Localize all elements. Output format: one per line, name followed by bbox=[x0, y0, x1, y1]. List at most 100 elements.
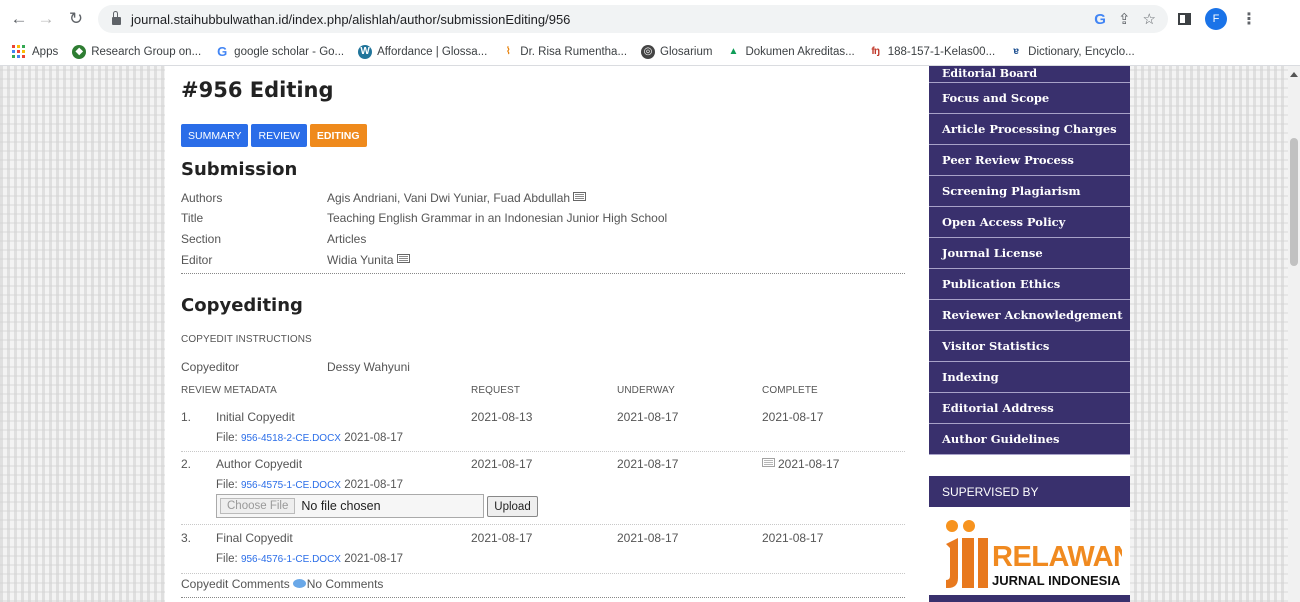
sidebar-item-author-guidelines[interactable]: Author Guidelines bbox=[929, 424, 1130, 455]
sidebar-item-peer-review[interactable]: Peer Review Process bbox=[929, 145, 1130, 176]
file-link[interactable]: 956-4518-2-CE.DOCX bbox=[241, 433, 341, 444]
tab-summary[interactable]: SUMMARY bbox=[181, 124, 249, 147]
email-icon[interactable] bbox=[573, 192, 587, 201]
file-date: 2021-08-17 bbox=[344, 553, 404, 565]
sidebar-item-open-access[interactable]: Open Access Policy bbox=[929, 207, 1130, 238]
url-text[interactable]: journal.staihubbulwathan.id/index.php/al… bbox=[131, 12, 570, 27]
bookmark-label: Dokumen Akreditas... bbox=[745, 45, 855, 58]
lock-icon[interactable] bbox=[112, 11, 121, 25]
bookmark-label: Apps bbox=[32, 45, 59, 58]
forward-arrow-icon[interactable]: → bbox=[34, 7, 58, 31]
site-icon: ⌇ bbox=[505, 46, 511, 57]
relawan-jurnal-logo[interactable]: RELAWAN JURNAL INDONESIA bbox=[942, 518, 1134, 590]
upload-button[interactable]: Upload bbox=[487, 496, 538, 517]
address-bar[interactable]: journal.staihubbulwathan.id/index.php/al… bbox=[98, 5, 1168, 33]
row-separator bbox=[181, 524, 905, 525]
logo-sub-text: JURNAL INDONESIA bbox=[992, 573, 1121, 588]
editor-label: Editor bbox=[181, 253, 213, 267]
tab-editing[interactable]: EDITING bbox=[309, 124, 367, 147]
complete-date: 2021-08-17 bbox=[778, 457, 840, 471]
bookmark-kelas[interactable]: ʩ 188-157-1-Kelas00... bbox=[869, 45, 995, 59]
row-separator bbox=[181, 451, 905, 452]
researchgate-icon: ◆ bbox=[72, 44, 87, 59]
email-icon[interactable] bbox=[396, 254, 410, 263]
section-label: Section bbox=[181, 232, 222, 246]
sidebar-menu: Editorial Board Focus and Scope Article … bbox=[929, 66, 1130, 455]
copyediting-heading: Copyediting bbox=[181, 295, 303, 316]
authors-value: Agis Andriani, Vani Dwi Yuniar, Fuad Abd… bbox=[327, 191, 587, 205]
side-panel-icon[interactable] bbox=[1178, 13, 1191, 25]
supervised-by-header: SUPERVISED BY bbox=[929, 476, 1130, 507]
complete-date: 2021-08-17 bbox=[762, 531, 824, 545]
sidebar-item-focus-scope[interactable]: Focus and Scope bbox=[929, 83, 1130, 114]
comments-value[interactable]: No Comments bbox=[307, 577, 384, 591]
sidebar-item-ethics[interactable]: Publication Ethics bbox=[929, 269, 1130, 300]
bookmark-label: google scholar - Go... bbox=[234, 45, 345, 58]
file-link[interactable]: 956-4575-1-CE.DOCX bbox=[241, 480, 341, 491]
underway-date: 2021-08-17 bbox=[617, 457, 679, 471]
sidebar-item-indexing[interactable]: Indexing bbox=[929, 362, 1130, 393]
page-title: #956 Editing bbox=[181, 78, 334, 102]
logo-main-text: RELAWAN bbox=[992, 541, 1122, 573]
file-date: 2021-08-17 bbox=[344, 432, 404, 444]
section-value: Articles bbox=[327, 232, 367, 246]
comments-label: Copyedit Comments bbox=[181, 577, 290, 591]
copyeditor-label: Copyeditor bbox=[181, 360, 240, 374]
request-date: 2021-08-17 bbox=[471, 531, 533, 545]
wordpress-icon: W bbox=[358, 44, 373, 59]
complete-date: 2021-08-17 bbox=[762, 410, 824, 424]
bookmark-label: Glosarium bbox=[660, 45, 713, 58]
globe-icon: ◎ bbox=[641, 44, 656, 59]
sidebar-item-editorial-address[interactable]: Editorial Address bbox=[929, 393, 1130, 424]
choose-file-button[interactable]: Choose File bbox=[220, 498, 296, 514]
bookmark-label: Affordance | Glossa... bbox=[377, 45, 488, 58]
step-name: Author Copyedit bbox=[216, 457, 303, 471]
back-arrow-icon[interactable]: ← bbox=[7, 7, 31, 31]
bookmark-dictionary[interactable]: ɐ Dictionary, Encyclo... bbox=[1009, 45, 1135, 59]
column-request: REQUEST bbox=[471, 385, 521, 396]
bookmark-star-icon[interactable]: ☆ bbox=[1143, 10, 1156, 28]
copyedit-instructions-link[interactable]: COPYEDIT INSTRUCTIONS bbox=[181, 334, 312, 345]
bookmark-glosarium[interactable]: ◎ Glosarium bbox=[641, 44, 713, 59]
submission-tabs: SUMMARY REVIEW EDITING bbox=[181, 124, 367, 147]
menu-kebab-icon[interactable]: ⋮ bbox=[1241, 9, 1257, 29]
step-number: 3. bbox=[181, 531, 192, 545]
comment-bubble-icon[interactable] bbox=[292, 579, 306, 588]
google-drive-icon: ▲ bbox=[728, 46, 739, 57]
google-lens-icon[interactable]: G bbox=[1094, 11, 1106, 28]
column-underway: UNDERWAY bbox=[617, 385, 675, 396]
sidebar-item-apc[interactable]: Article Processing Charges bbox=[929, 114, 1130, 145]
profile-avatar[interactable]: F bbox=[1205, 8, 1227, 30]
share-icon[interactable]: ⇪ bbox=[1118, 10, 1131, 28]
sidebar-item-visitor-stats[interactable]: Visitor Statistics bbox=[929, 331, 1130, 362]
scroll-up-arrow-icon[interactable] bbox=[1290, 72, 1298, 77]
page-scrollbar[interactable] bbox=[1288, 66, 1300, 602]
reload-icon[interactable]: ↻ bbox=[64, 7, 88, 31]
scrollbar-thumb[interactable] bbox=[1290, 138, 1298, 266]
email-icon[interactable] bbox=[762, 458, 775, 467]
sidebar-item-editorial-board[interactable]: Editorial Board bbox=[929, 66, 1130, 83]
section-divider bbox=[181, 597, 905, 598]
bookmark-researchgate[interactable]: ◆ Research Group on... bbox=[72, 44, 201, 59]
sidebar-item-plagiarism[interactable]: Screening Plagiarism bbox=[929, 176, 1130, 207]
bookmark-google-scholar[interactable]: G google scholar - Go... bbox=[215, 44, 345, 59]
bookmark-label: Dictionary, Encyclo... bbox=[1028, 45, 1135, 58]
tab-review[interactable]: REVIEW bbox=[251, 124, 307, 147]
submission-heading: Submission bbox=[181, 159, 298, 180]
google-icon: G bbox=[217, 44, 228, 59]
sidebar-bottom-bar bbox=[929, 595, 1130, 602]
copyedit-comments: Copyedit Comments No Comments bbox=[181, 577, 383, 591]
sidebar-item-reviewer-ack[interactable]: Reviewer Acknowledgement bbox=[929, 300, 1130, 331]
sidebar-item-license[interactable]: Journal License bbox=[929, 238, 1130, 269]
bookmark-risa[interactable]: ⌇ Dr. Risa Rumentha... bbox=[501, 45, 627, 59]
file-input[interactable]: Choose File No file chosen bbox=[216, 494, 484, 518]
bookmark-apps[interactable]: Apps bbox=[12, 44, 59, 59]
bookmark-dokumen[interactable]: ▲ Dokumen Akreditas... bbox=[726, 45, 854, 59]
title-label: Title bbox=[181, 211, 204, 225]
authors-text: Agis Andriani, Vani Dwi Yuniar, Fuad Abd… bbox=[327, 191, 571, 205]
request-date: 2021-08-13 bbox=[471, 410, 533, 424]
row-separator bbox=[181, 573, 905, 574]
page-background: #956 Editing SUMMARY REVIEW EDITING Subm… bbox=[0, 66, 1288, 602]
bookmark-affordance[interactable]: W Affordance | Glossa... bbox=[358, 44, 488, 59]
file-link[interactable]: 956-4576-1-CE.DOCX bbox=[241, 554, 341, 565]
